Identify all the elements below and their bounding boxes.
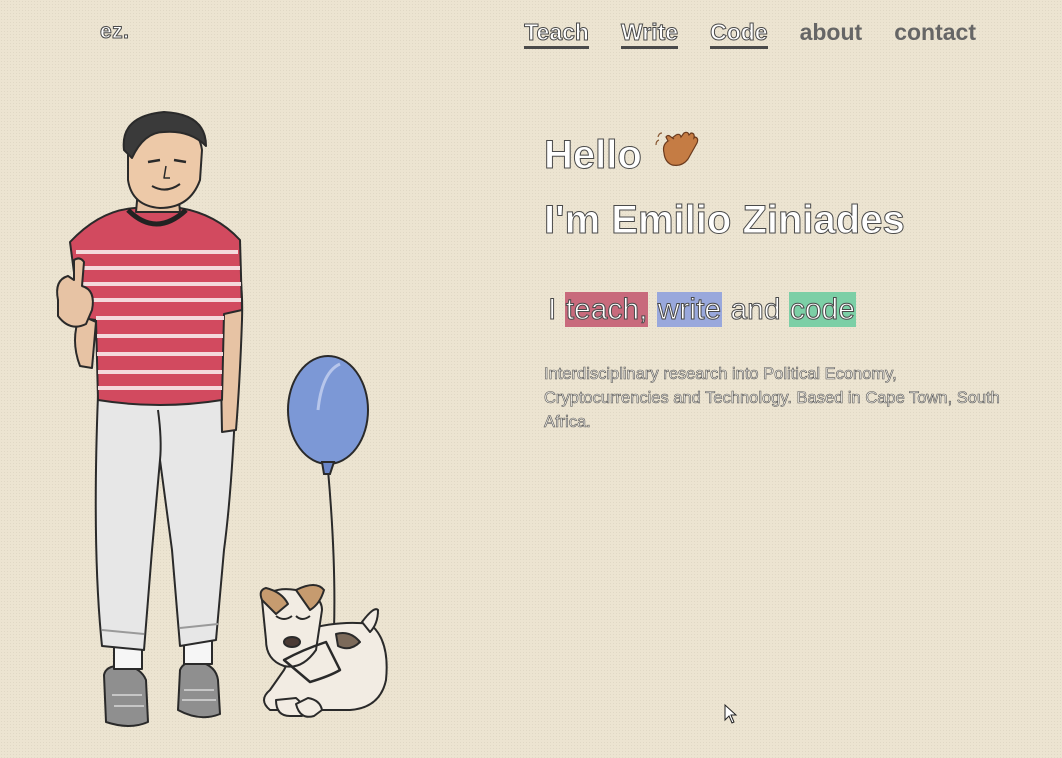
tagline-prefix: I [547, 293, 557, 327]
tagline-and: and [730, 293, 781, 327]
bio-description: Interdisciplinary research into Politica… [544, 365, 1000, 432]
greeting-text: Hello [544, 132, 643, 177]
nav-link-write[interactable]: Write [620, 18, 679, 49]
dog-figure [259, 584, 388, 718]
person-figure [56, 111, 244, 727]
hero-section: Hello I'm Emilio Ziniades I teach, write… [544, 125, 1014, 451]
nav-link-contact[interactable]: contact [894, 18, 976, 46]
nav-link-code[interactable]: Code [710, 18, 768, 49]
nav-link-about[interactable]: about [800, 18, 863, 46]
main-nav: Teach Write Code about contact [524, 18, 976, 49]
tagline-teach[interactable]: teach, [564, 292, 649, 327]
nav-link-teach[interactable]: Teach [524, 18, 589, 49]
site-logo[interactable]: ez. [100, 20, 130, 44]
mouse-cursor-icon [724, 703, 738, 729]
tagline: I teach, write and code [544, 292, 1014, 328]
hero-illustration [40, 110, 400, 740]
tagline-code[interactable]: code [788, 292, 856, 327]
tagline-write[interactable]: write [656, 292, 723, 327]
name-heading: I'm Emilio Ziniades [544, 198, 906, 243]
waving-hand-icon [654, 125, 700, 184]
greeting-heading: Hello [544, 125, 1014, 184]
